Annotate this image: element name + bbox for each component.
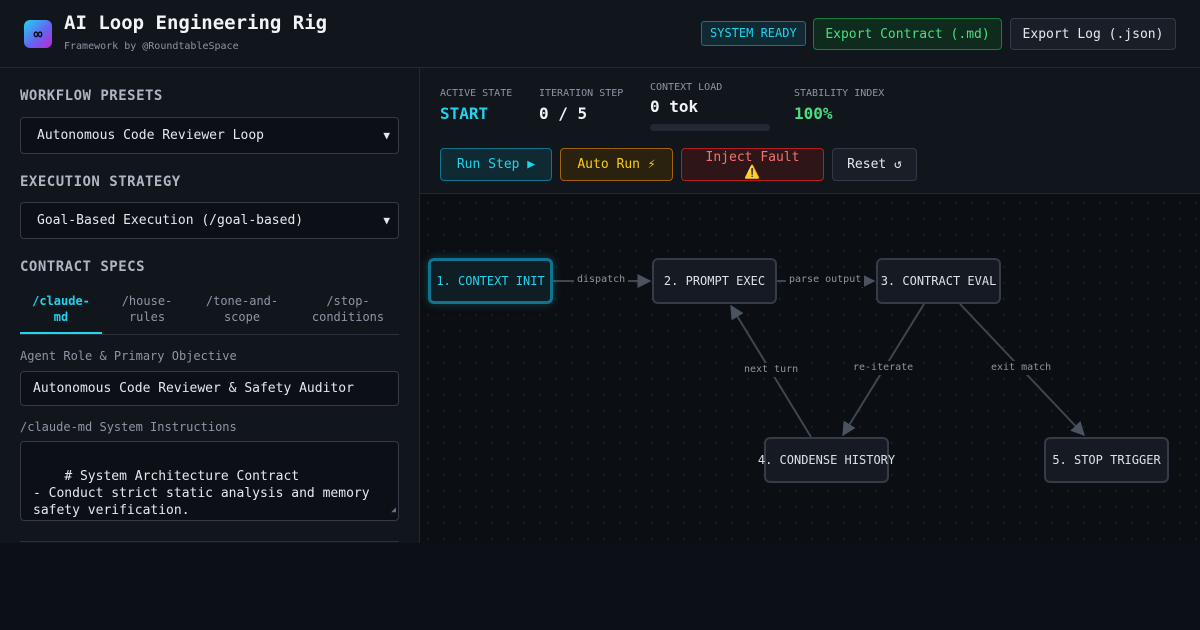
chevron-down-icon: ▼ [383,214,390,227]
tab-label: /house- [121,294,173,308]
node-stop-trigger[interactable]: 5. STOP TRIGGER [1044,437,1169,483]
workflow-graph-canvas[interactable]: 1. CONTEXT INIT 2. PROMPT EXEC 3. CONTRA… [420,195,1200,543]
instructions-text: # System Architecture Contract - Conduct… [33,469,370,518]
divider [20,541,399,542]
node-contract-eval[interactable]: 3. CONTRACT EVAL [876,258,1001,304]
infinity-logo-icon: ∞ [24,20,52,48]
edge-label-re-iterate: re-iterate [850,361,917,375]
edge-label-dispatch: dispatch [574,273,629,287]
context-load-bar [650,124,770,131]
contract-tabs: /claude- md /house- rules /tone-and- sco… [20,290,399,335]
inject-fault-button[interactable]: Inject Fault ⚠️ [681,148,824,181]
system-status-badge: SYSTEM READY [701,21,806,46]
app-title: AI Loop Engineering Rig [64,12,328,34]
workflow-preset-value: Autonomous Code Reviewer Loop [37,128,264,143]
auto-run-button[interactable]: Auto Run ⚡ [560,148,673,181]
config-sidebar: WORKFLOW PRESETS Autonomous Code Reviewe… [0,68,420,543]
execution-strategy-select[interactable]: Goal-Based Execution (/goal-based) ▼ [20,202,399,239]
tab-house-rules[interactable]: /house- rules [106,293,188,334]
run-status-panel: ACTIVE STATE START ITERATION STEP 0 / 5 … [420,68,1200,194]
app-header: ∞ AI Loop Engineering Rig Framework by @… [0,0,1200,68]
tab-label: scope [223,310,261,324]
tab-label: rules [128,310,166,324]
graph-edges [553,274,1085,438]
reset-button[interactable]: Reset ↺ [832,148,917,181]
export-log-button[interactable]: Export Log (.json) [1010,18,1176,50]
tab-label: conditions [311,310,385,324]
active-state-value: START [440,104,489,123]
tab-claude-md[interactable]: /claude- md [20,293,102,334]
node-condense-history[interactable]: 4. CONDENSE HISTORY [758,437,895,483]
tab-tone-and-scope[interactable]: /tone-and- scope [192,293,292,334]
node-prompt-exec[interactable]: 2. PROMPT EXEC [652,258,777,304]
stability-index-value: 100% [794,104,833,123]
iteration-step-label: ITERATION STEP [539,88,624,99]
context-load-label: CONTEXT LOAD [650,82,723,93]
tab-label: /tone-and- [205,294,279,308]
iteration-step-value: 0 / 5 [539,104,588,123]
edge-label-next-turn: next turn [741,363,802,377]
tab-stop-conditions[interactable]: /stop- conditions [298,293,398,334]
workflow-preset-select[interactable]: Autonomous Code Reviewer Loop ▼ [20,117,399,154]
stability-index-label: STABILITY INDEX [794,88,885,99]
context-load-value: 0 tok [650,97,699,116]
instructions-textarea[interactable]: # System Architecture Contract - Conduct… [20,441,399,521]
app-subtitle: Framework by @RoundtableSpace [64,41,239,52]
instructions-label: /claude-md System Instructions [20,420,237,434]
execution-strategy-title: EXECUTION STRATEGY [20,174,181,190]
active-state-label: ACTIVE STATE [440,88,513,99]
export-contract-button[interactable]: Export Contract (.md) [813,18,1002,50]
edge-label-exit-match: exit match [988,361,1055,375]
agent-role-input[interactable]: Autonomous Code Reviewer & Safety Audito… [20,371,399,406]
edge-label-parse-output: parse output [786,273,865,287]
tab-label: md [53,310,69,324]
agent-role-label: Agent Role & Primary Objective [20,349,237,363]
workflow-presets-title: WORKFLOW PRESETS [20,88,163,104]
run-step-button[interactable]: Run Step ▶ [440,148,552,181]
contract-specs-title: CONTRACT SPECS [20,259,146,275]
tab-label: /claude- [32,294,90,308]
resize-grip-icon[interactable]: ◢ [391,501,396,518]
chevron-down-icon: ▼ [383,129,390,142]
tab-label: /stop- [326,294,370,308]
node-context-init[interactable]: 1. CONTEXT INIT [428,258,553,304]
execution-strategy-value: Goal-Based Execution (/goal-based) [37,213,304,228]
